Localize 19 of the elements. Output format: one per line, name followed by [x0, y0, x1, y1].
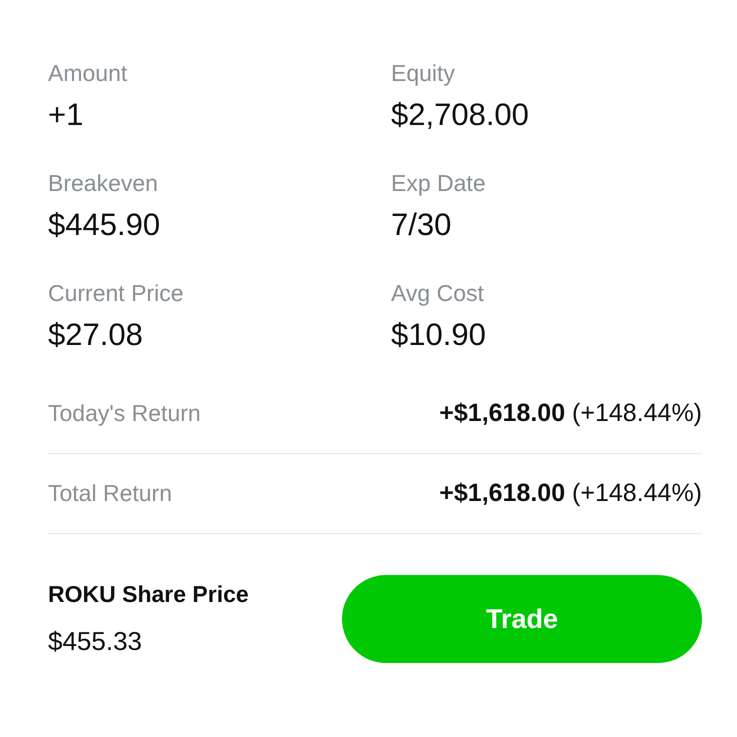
stat-label: Avg Cost — [391, 279, 485, 308]
stat-label: Amount — [48, 59, 128, 88]
stat-value: $10.90 — [391, 316, 487, 354]
stat-value: +1 — [48, 96, 84, 134]
return-label: Today's Return — [48, 399, 201, 428]
stat-label: Exp Date — [391, 169, 487, 198]
stock-price: $455.33 — [48, 624, 143, 658]
return-value: +$1,618.00 (+148.44%) — [439, 398, 702, 429]
return-label: Total Return — [48, 479, 172, 508]
stat-label: Breakeven — [48, 169, 159, 198]
stat-value: $27.08 — [48, 316, 144, 354]
stat-label: Current Price — [48, 279, 184, 308]
trade-button[interactable]: Trade — [342, 575, 702, 663]
stat-value: $445.90 — [48, 206, 162, 244]
return-value: +$1,618.00 (+148.44%) — [439, 478, 702, 509]
stat-value: 7/30 — [391, 206, 452, 244]
stat-label: Equity — [391, 59, 456, 88]
stock-title: ROKU Share Price — [48, 580, 249, 610]
stat-value: $2,708.00 — [391, 96, 530, 134]
